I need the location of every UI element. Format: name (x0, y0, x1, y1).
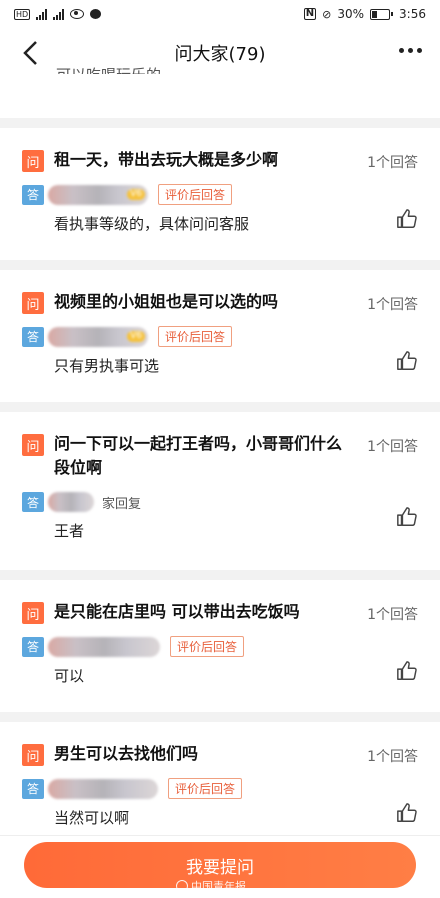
question-row: 问视频里的小姐姐也是可以选的吗 1个回答 (22, 290, 418, 314)
answer-count[interactable]: 1个回答 (367, 604, 418, 624)
qa-item[interactable]: 问问一下可以一起打王者吗，小哥哥们什么段位啊 1个回答答 家回复王者 (0, 412, 440, 570)
section-divider (0, 402, 440, 412)
answer-row: 答 家回复 (22, 492, 418, 512)
dot-icon (399, 48, 404, 53)
qa-list: 问租一天，带出去玩大概是多少啊 1个回答答 V6 评价后回答 看执事等级的，具体问问客服… (0, 118, 440, 854)
signal-icon (36, 8, 48, 20)
answer-row: 答 评价后回答 (22, 778, 418, 799)
section-divider (0, 118, 440, 128)
dot-icon (417, 48, 422, 53)
question-badge: 问 (22, 602, 44, 624)
thumbs-up-icon (397, 209, 417, 228)
question-badge: 问 (22, 150, 44, 172)
answer-badge: 答 (22, 184, 44, 205)
message-icon (90, 9, 102, 19)
question-row: 问问一下可以一起打王者吗，小哥哥们什么段位啊 1个回答 (22, 432, 418, 480)
question-row: 问租一天，带出去玩大概是多少啊 1个回答 (22, 148, 418, 172)
status-right: N ⊘ 30% 3:56 (303, 7, 426, 21)
answer-count[interactable]: 1个回答 (367, 152, 418, 172)
nfc-icon: N (303, 8, 317, 20)
watermark: 中国青年报 (176, 878, 246, 894)
back-button[interactable] (20, 40, 42, 66)
back-arrow-icon (23, 41, 37, 65)
status-bar: HD N ⊘ 30% 3:56 (0, 0, 440, 28)
like-button[interactable] (396, 660, 418, 682)
answer-text: 只有男执事可选 (54, 357, 160, 375)
section-divider (0, 712, 440, 722)
question-text: 问一下可以一起打王者吗，小哥哥们什么段位啊 (54, 434, 343, 477)
section-divider (0, 260, 440, 270)
section-divider (0, 570, 440, 580)
like-button[interactable] (396, 208, 418, 230)
question-text: 视频里的小姐姐也是可以选的吗 (54, 292, 279, 311)
mute-icon: ⊘ (322, 7, 332, 21)
dot-icon (408, 48, 413, 53)
question-badge: 问 (22, 744, 44, 766)
divider (0, 835, 440, 836)
question-badge: 问 (22, 434, 44, 456)
battery-icon (370, 8, 394, 20)
question-text: 租一天，带出去玩大概是多少啊 (54, 150, 279, 169)
answer-badge: 答 (22, 636, 44, 657)
level-badge: V6 (127, 189, 145, 200)
cutoff-previous-answer: 可以吃喝玩乐的 (56, 60, 161, 74)
hd-icon: HD (14, 8, 31, 20)
answer-count[interactable]: 1个回答 (367, 746, 418, 766)
qa-item[interactable]: 问是只能在店里吗 可以带出去吃饭吗 1个回答答 评价后回答可以 (0, 580, 440, 712)
answer-row: 答 V6 评价后回答 (22, 326, 418, 347)
qa-item[interactable]: 问租一天，带出去玩大概是多少啊 1个回答答 V6 评价后回答看执事等级的，具体问问客服 (0, 128, 440, 260)
level-badge: V6 (127, 331, 145, 342)
like-button[interactable] (396, 506, 418, 528)
like-button[interactable] (396, 350, 418, 372)
question-row: 问男生可以去找他们吗 1个回答 (22, 742, 418, 766)
thumbs-up-icon (397, 507, 417, 526)
question-badge: 问 (22, 292, 44, 314)
avatar: V6 (48, 326, 148, 347)
page-title: 问大家(79) (174, 44, 266, 65)
question-row: 问是只能在店里吗 可以带出去吃饭吗 1个回答 (22, 600, 418, 624)
rate-then-answer-tag[interactable]: 评价后回答 (170, 636, 245, 657)
thumbs-up-icon (397, 803, 417, 822)
rate-then-answer-tag[interactable]: 评价后回答 (158, 326, 233, 347)
answer-row: 答 V6 评价后回答 (22, 184, 418, 205)
answer-text: 可以 (54, 667, 85, 685)
avatar: V6 (48, 184, 148, 205)
clock: 3:56 (399, 7, 426, 21)
answer-badge: 答 (22, 492, 44, 512)
battery-percent: 30% (337, 7, 365, 21)
status-left: HD (14, 8, 102, 20)
rate-then-answer-tag[interactable]: 评价后回答 (168, 778, 243, 799)
signal-icon-2 (53, 8, 65, 20)
question-text: 是只能在店里吗 可以带出去吃饭吗 (54, 602, 300, 621)
thumbs-up-icon (397, 661, 417, 680)
eye-icon (70, 9, 85, 19)
answer-badge: 答 (22, 326, 44, 347)
qa-item[interactable]: 问视频里的小姐姐也是可以选的吗 1个回答答 V6 评价后回答只有男执事可选 (0, 270, 440, 402)
answer-text: 王者 (54, 522, 85, 540)
weibo-icon (176, 880, 188, 892)
like-button[interactable] (396, 802, 418, 824)
question-text: 男生可以去找他们吗 (54, 744, 199, 763)
answer-row: 答 评价后回答 (22, 636, 418, 657)
answer-text: 看执事等级的，具体问问客服 (54, 215, 250, 233)
answer-text: 当然可以啊 (54, 809, 130, 827)
rate-then-answer-tag[interactable]: 评价后回答 (158, 184, 233, 205)
avatar (48, 492, 94, 512)
thumbs-up-icon (397, 351, 417, 370)
answer-count[interactable]: 1个回答 (367, 294, 418, 314)
answer-count[interactable]: 1个回答 (367, 436, 418, 456)
reply-from-label: 家回复 (102, 496, 142, 512)
more-menu-button[interactable] (399, 48, 422, 53)
answer-badge: 答 (22, 778, 44, 799)
avatar (48, 636, 160, 657)
avatar (48, 778, 158, 799)
watermark-text: 中国青年报 (191, 880, 246, 893)
